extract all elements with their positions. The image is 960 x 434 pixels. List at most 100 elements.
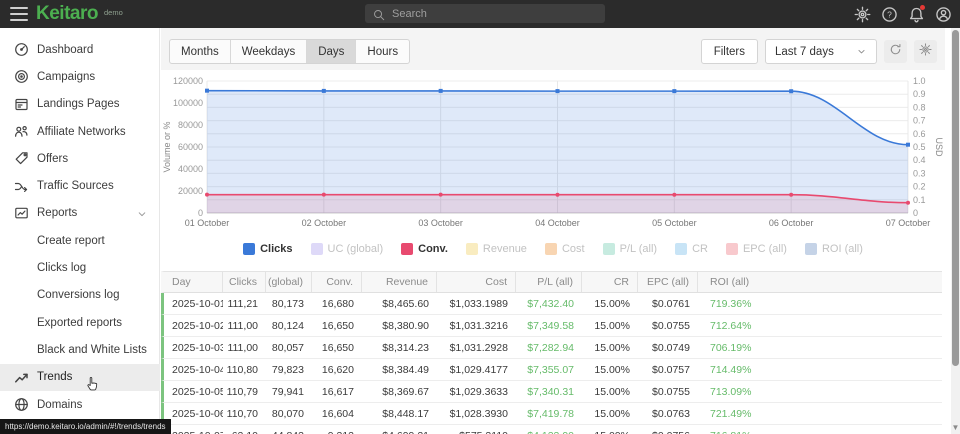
table-cell: $1,029.4177 (437, 359, 516, 380)
scrollbar-down-arrow[interactable]: ▼ (951, 423, 960, 432)
legend-item-roi-all-[interactable]: ROI (all) (805, 243, 863, 255)
legend-item-p-l-all-[interactable]: P/L (all) (603, 243, 658, 255)
refresh-button[interactable] (884, 40, 907, 63)
sidebar-item-label: Create report (37, 235, 105, 247)
column-header-p-l-all-[interactable]: P/L (all) (516, 272, 582, 292)
legend-item-clicks[interactable]: Clicks (243, 243, 292, 255)
table-cell: 15.00% (582, 425, 638, 434)
tab-weekdays[interactable]: Weekdays (231, 40, 307, 63)
column-header-conv-[interactable]: Conv. (312, 272, 362, 292)
chart-settings-button[interactable] (914, 40, 937, 63)
column-header-revenue[interactable]: Revenue (362, 272, 437, 292)
table-cell: 16,617 (312, 381, 362, 402)
table-cell: 719.36% (698, 293, 942, 314)
table-cell: $8,314.23 (362, 337, 437, 358)
legend-item-cost[interactable]: Cost (545, 243, 585, 255)
scrollbar-thumb[interactable] (952, 30, 959, 366)
tab-days[interactable]: Days (307, 40, 356, 63)
table-row: 2025-10-02111,0080,12416,650$8,380.90$1,… (161, 315, 942, 337)
table-cell: $4,699.21 (362, 425, 437, 434)
column-header-clicks[interactable]: Clicks (223, 272, 266, 292)
legend-item-revenue[interactable]: Revenue (466, 243, 527, 255)
date-range-select[interactable]: Last 7 days (765, 39, 877, 64)
table-cell: 2025-10-01 (164, 293, 223, 314)
tab-months[interactable]: Months (170, 40, 231, 63)
sidebar-item-create-report[interactable]: Create report (0, 227, 160, 254)
reports-icon (14, 206, 29, 221)
legend-swatch (545, 243, 557, 255)
legend-swatch (243, 243, 255, 255)
table-cell: 716.81% (698, 425, 942, 434)
svg-text:60000: 60000 (178, 142, 203, 152)
sidebar-item-landings-pages[interactable]: Landings Pages (0, 91, 160, 118)
search-input[interactable]: Search (365, 4, 605, 23)
column-header-epc-all-[interactable]: EPC (all) (638, 272, 698, 292)
vertical-scrollbar[interactable]: ▼ (951, 28, 960, 434)
table-cell: 110,70 (223, 403, 266, 424)
column-header-roi-all-[interactable]: ROI (all) (698, 272, 942, 292)
svg-text:0.4: 0.4 (913, 155, 926, 165)
legend-label: Revenue (483, 243, 527, 255)
table-cell: 44,843 (266, 425, 312, 434)
column-header-cost[interactable]: Cost (437, 272, 516, 292)
table-cell: 706.19% (698, 337, 942, 358)
table-cell: 80,173 (266, 293, 312, 314)
table-cell: 110,79 (223, 381, 266, 402)
svg-text:06 October: 06 October (769, 218, 814, 228)
svg-text:03 October: 03 October (418, 218, 463, 228)
sidebar-item-affiliate-networks[interactable]: Affiliate Networks (0, 118, 160, 145)
table-row: 2025-10-0762,1044,8439,312$4,699.21$575.… (161, 425, 942, 434)
sidebar-item-domains[interactable]: Domains (0, 391, 160, 418)
table-cell: 79,941 (266, 381, 312, 402)
sidebar-item-label: Offers (37, 153, 68, 165)
legend-item-conv-[interactable]: Conv. (401, 243, 448, 255)
table-cell: 62,10 (223, 425, 266, 434)
trends-table: DayClicksUC (global)Conv.RevenueCostP/L … (161, 271, 942, 434)
legend-item-cr[interactable]: CR (675, 243, 708, 255)
user-avatar-icon[interactable] (935, 6, 952, 23)
sidebar-item-black-and-white-lists[interactable]: Black and White Lists (0, 336, 160, 363)
sidebar-item-campaigns[interactable]: Campaigns (0, 63, 160, 90)
legend-swatch (311, 243, 323, 255)
column-header-cr[interactable]: CR (582, 272, 638, 292)
app-logo[interactable]: Keitaro (36, 3, 98, 25)
svg-text:120000: 120000 (173, 76, 203, 86)
sidebar-item-conversions-log[interactable]: Conversions log (0, 282, 160, 309)
legend-item-epc-all-[interactable]: EPC (all) (726, 243, 787, 255)
sidebar-item-dashboard[interactable]: Dashboard (0, 36, 160, 63)
sidebar-item-label: Campaigns (37, 71, 95, 83)
hamburger-menu-icon[interactable] (10, 7, 28, 21)
svg-text:40000: 40000 (178, 164, 203, 174)
table-cell: $8,369.67 (362, 381, 437, 402)
table-cell: 15.00% (582, 359, 638, 380)
help-icon[interactable]: ? (881, 6, 898, 23)
table-cell: $7,355.07 (516, 359, 582, 380)
table-row: 2025-10-03111,0080,05716,650$8,314.23$1,… (161, 337, 942, 359)
table-cell: 80,057 (266, 337, 312, 358)
settings-gear-icon[interactable] (854, 6, 871, 23)
sidebar-nav: Dashboard Campaigns Landings Pages Affiliat… (0, 36, 160, 418)
legend-item-uc-global-[interactable]: UC (global) (311, 243, 384, 255)
sidebar-item-reports[interactable]: Reports (0, 200, 160, 227)
legend-label: Conv. (418, 243, 448, 255)
granularity-tabs: MonthsWeekdaysDaysHours (169, 39, 410, 64)
table-cell: $1,028.3930 (437, 403, 516, 424)
tab-hours[interactable]: Hours (356, 40, 409, 63)
sidebar-item-offers[interactable]: Offers (0, 145, 160, 172)
sidebar-item-label: Affiliate Networks (37, 126, 126, 138)
table-cell: 110,80 (223, 359, 266, 380)
sidebar-item-trends[interactable]: Trends (0, 364, 160, 391)
main-content: MonthsWeekdaysDaysHours Filters Last 7 d… (161, 28, 945, 434)
table-cell: 714.49% (698, 359, 942, 380)
chevron-down-icon (856, 46, 867, 57)
sidebar-item-traffic-sources[interactable]: Traffic Sources (0, 172, 160, 199)
table-row: 2025-10-01111,2180,17316,680$8,465.60$1,… (161, 293, 942, 315)
notifications-bell-icon[interactable] (908, 6, 925, 23)
column-header-uc-global-[interactable]: UC (global) (266, 272, 312, 292)
sidebar-item-clicks-log[interactable]: Clicks log (0, 254, 160, 281)
sidebar-item-exported-reports[interactable]: Exported reports (0, 309, 160, 336)
table-cell: 721.49% (698, 403, 942, 424)
filters-button[interactable]: Filters (701, 39, 758, 64)
table-cell: $1,031.2928 (437, 337, 516, 358)
column-header-day[interactable]: Day (164, 272, 223, 292)
